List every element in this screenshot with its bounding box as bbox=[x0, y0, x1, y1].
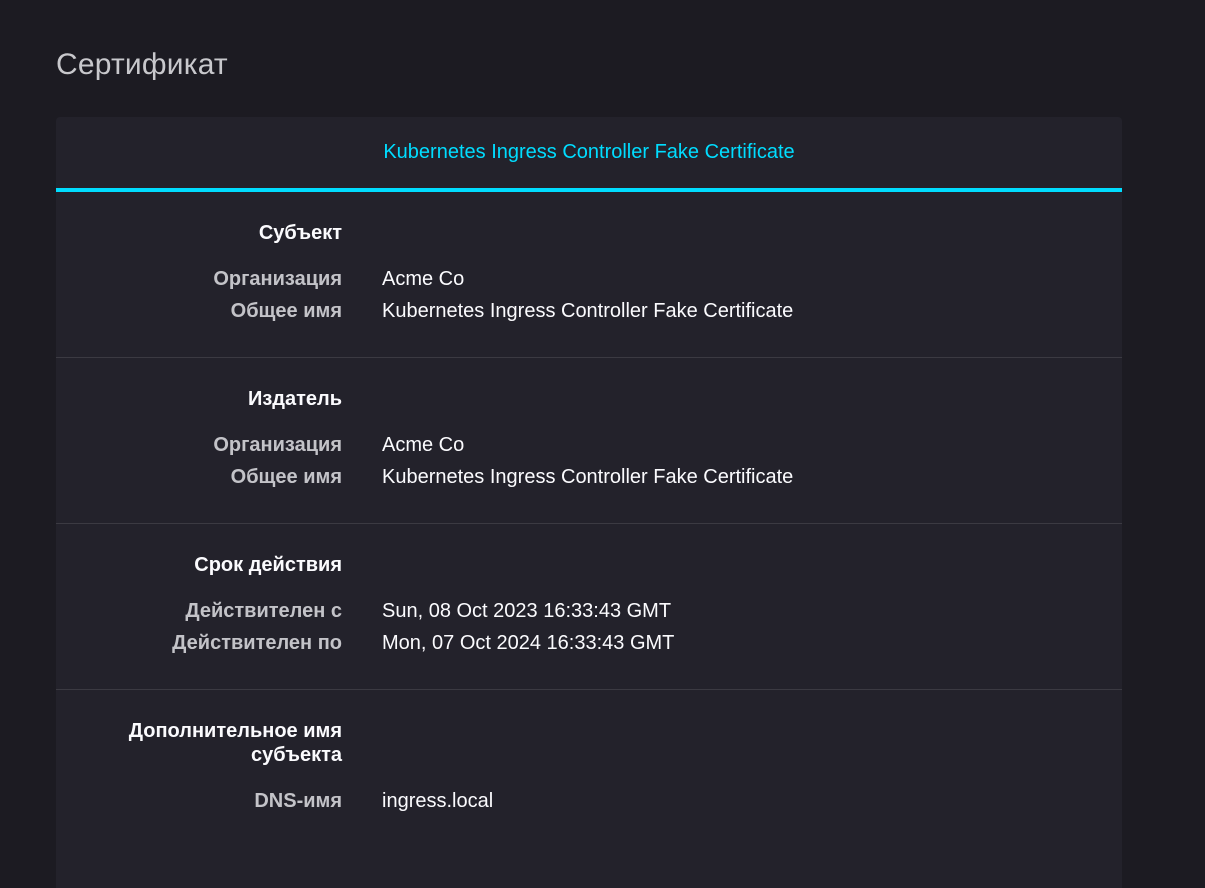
field-row: Действителен по Mon, 07 Oct 2024 16:33:4… bbox=[56, 627, 1122, 659]
field-label: Общее имя bbox=[230, 300, 342, 322]
field-row: Общее имя Kubernetes Ingress Controller … bbox=[56, 461, 1122, 493]
certificate-tab-bar: Kubernetes Ingress Controller Fake Certi… bbox=[56, 117, 1122, 192]
page-title: Сертификат bbox=[56, 48, 228, 81]
section-title: Дополнительное имя субъекта bbox=[128, 720, 342, 766]
section-title: Срок действия bbox=[194, 554, 342, 576]
field-row: Общее имя Kubernetes Ingress Controller … bbox=[56, 295, 1122, 327]
field-value: Kubernetes Ingress Controller Fake Certi… bbox=[382, 300, 794, 322]
section-validity: Срок действия Действителен с Sun, 08 Oct… bbox=[56, 524, 1122, 690]
field-value: Acme Co bbox=[382, 434, 465, 456]
field-label: Организация bbox=[213, 434, 342, 456]
field-label: Общее имя bbox=[230, 466, 342, 488]
field-label: Действителен по bbox=[172, 632, 342, 654]
section-title: Издатель bbox=[247, 388, 342, 410]
field-value: Acme Co bbox=[382, 268, 465, 290]
field-label: Организация bbox=[213, 268, 342, 290]
certificate-panel: Kubernetes Ingress Controller Fake Certi… bbox=[56, 117, 1122, 888]
field-label: Действителен с bbox=[185, 600, 342, 622]
section-subject-alt-names: Дополнительное имя субъекта DNS-имя ingre… bbox=[56, 690, 1122, 847]
certificate-viewer-page: Сертификат Kubernetes Ingress Controller… bbox=[0, 0, 1205, 888]
tab-certificate[interactable]: Kubernetes Ingress Controller Fake Certi… bbox=[383, 141, 794, 164]
field-value: Mon, 07 Oct 2024 16:33:43 GMT bbox=[382, 632, 675, 654]
field-row: Организация Acme Co bbox=[56, 263, 1122, 295]
field-row: Организация Acme Co bbox=[56, 429, 1122, 461]
field-value: Kubernetes Ingress Controller Fake Certi… bbox=[382, 466, 794, 488]
section-subject: Субъект Организация Acme Co Общее имя Ku… bbox=[56, 192, 1122, 358]
field-row: DNS-имя ingress.local bbox=[56, 785, 1122, 817]
field-label: DNS-имя bbox=[254, 790, 342, 812]
section-issuer: Издатель Организация Acme Co Общее имя K… bbox=[56, 358, 1122, 524]
section-title: Субъект bbox=[258, 222, 342, 244]
field-value: ingress.local bbox=[382, 790, 494, 812]
field-row: Действителен с Sun, 08 Oct 2023 16:33:43… bbox=[56, 595, 1122, 627]
field-value: Sun, 08 Oct 2023 16:33:43 GMT bbox=[382, 600, 672, 622]
